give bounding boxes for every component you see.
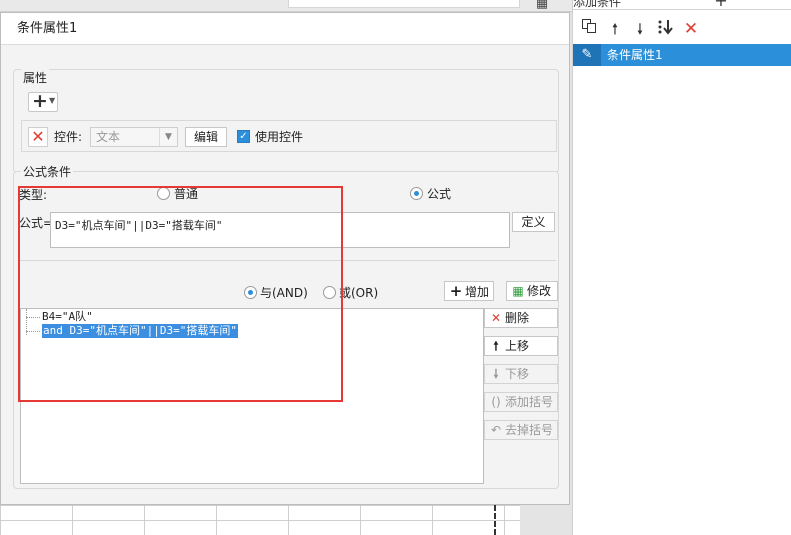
spreadsheet-grid xyxy=(0,505,520,535)
delete-button[interactable]: ✕ 删除 xyxy=(484,308,558,328)
move-down-button[interactable]: 🠗 下移 xyxy=(484,364,558,384)
pencil-icon: ✎ xyxy=(573,44,601,66)
arrow-up-icon: 🠕 xyxy=(493,339,499,353)
panel-tab-bar: 添加条件 + xyxy=(573,0,791,10)
modify-condition-label: 修改 xyxy=(527,284,552,298)
chevron-down-icon: ▼ xyxy=(49,96,56,105)
delete-x-icon[interactable]: ✕ xyxy=(681,18,701,40)
property-row: ✕ 控件: 文本 ▼ 编辑 ✓ 使用控件 xyxy=(21,120,557,152)
move-up-button[interactable]: 🠕 上移 xyxy=(484,336,558,356)
arrow-down-icon[interactable]: 🠗 xyxy=(630,18,650,40)
dialog-title: 条件属性1 xyxy=(17,21,78,36)
move-up-label: 上移 xyxy=(505,339,530,353)
add-parentheses-label: 添加括号 xyxy=(505,395,554,409)
plus-icon: + xyxy=(32,90,48,112)
highlight-annotation xyxy=(18,186,343,402)
control-label: 控件: xyxy=(54,130,83,144)
chevron-down-icon: ▼ xyxy=(159,128,177,146)
remove-parentheses-button[interactable]: ↶ 去掉括号 xyxy=(484,420,558,440)
edit-button[interactable]: 编辑 xyxy=(185,127,227,147)
condition-list-item[interactable]: ✎ 条件属性1 xyxy=(573,44,791,66)
arrow-down-icon: 🠗 xyxy=(493,367,499,381)
modify-condition-button[interactable]: ▦ 修改 xyxy=(506,281,558,301)
property-group: 属性 + ▼ ✕ 控件: 文本 ▼ 编辑 ✓ 使用控件 xyxy=(13,69,559,173)
add-condition-label: 增加 xyxy=(465,285,490,299)
move-down-label: 下移 xyxy=(505,367,530,381)
condition-list-item-label: 条件属性1 xyxy=(607,48,663,62)
property-group-legend: 属性 xyxy=(21,69,50,86)
grid-icon: ▦ xyxy=(535,0,549,11)
arrow-up-icon[interactable]: 🠕 xyxy=(605,18,625,40)
page-break-line xyxy=(494,505,496,535)
dialog-title-bar: 条件属性1 xyxy=(1,13,569,45)
radio-formula[interactable] xyxy=(410,187,423,200)
add-property-button[interactable]: + ▼ xyxy=(28,90,58,112)
use-control-label: 使用控件 xyxy=(255,130,304,144)
sort-down-icon[interactable] xyxy=(655,18,675,40)
formula-group-legend: 公式条件 xyxy=(21,163,74,180)
condition-list-panel: 添加条件 + 🠕 🠗 ✕ ✎ 条件属性1 xyxy=(572,0,791,535)
delete-label: 删除 xyxy=(505,311,530,325)
define-button[interactable]: 定义 xyxy=(512,212,555,232)
background-panel-strip xyxy=(288,0,520,8)
control-type-select[interactable]: 文本 ▼ xyxy=(90,127,178,147)
add-condition-icon[interactable]: + xyxy=(713,0,729,10)
condition-list-toolbar: 🠕 🠗 ✕ xyxy=(573,18,791,42)
parentheses-icon: () xyxy=(491,395,501,409)
use-control-checkbox[interactable]: ✓ xyxy=(237,130,250,143)
tab-add-condition[interactable]: 添加条件 xyxy=(573,0,643,9)
delete-property-button[interactable]: ✕ xyxy=(28,127,48,147)
remove-parentheses-label: 去掉括号 xyxy=(505,423,554,437)
control-type-value: 文本 xyxy=(96,130,121,144)
add-parentheses-button[interactable]: () 添加括号 xyxy=(484,392,558,412)
radio-or-label[interactable]: 或(OR) xyxy=(339,284,378,301)
modify-icon: ▦ xyxy=(512,284,524,298)
plus-icon: + xyxy=(449,282,463,300)
delete-x-icon: ✕ xyxy=(490,311,502,325)
copy-icon[interactable] xyxy=(579,18,599,40)
radio-formula-label[interactable]: 公式 xyxy=(427,185,451,202)
add-condition-button[interactable]: + 增加 xyxy=(444,281,494,301)
remove-parentheses-icon: ↶ xyxy=(490,423,502,437)
